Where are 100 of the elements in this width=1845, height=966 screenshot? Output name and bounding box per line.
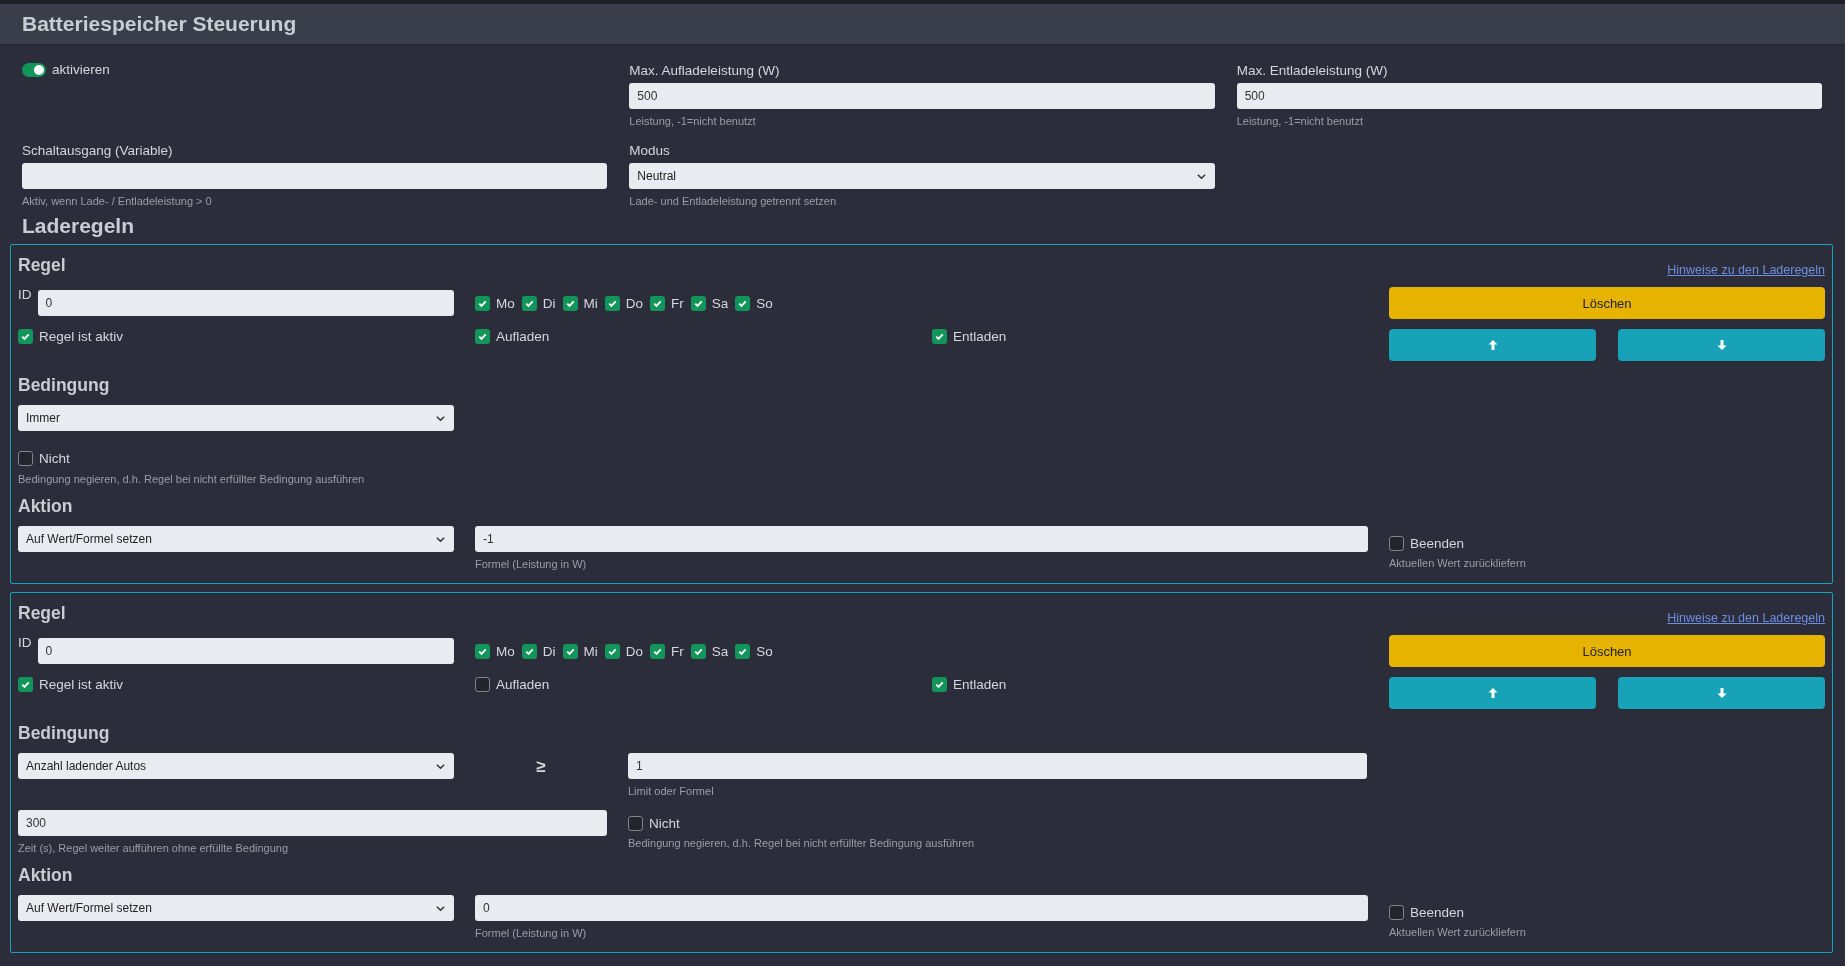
checkbox[interactable] <box>628 816 643 831</box>
formula-field[interactable]: -1 <box>475 526 1368 552</box>
section-heading: Regel <box>18 602 67 625</box>
checkbox-label: Di <box>542 295 556 311</box>
checkbox[interactable] <box>690 295 706 311</box>
checkbox[interactable] <box>521 295 537 311</box>
checkbox[interactable] <box>1389 905 1404 920</box>
checkbox[interactable] <box>604 295 620 311</box>
checkbox-label: So <box>756 295 773 311</box>
toggle-label: aktivieren <box>52 62 110 77</box>
hint-text: Zeit (s), Regel weiter aufführen ohne erfüllte Bedingung <box>18 841 289 855</box>
field-label: ID <box>18 287 32 302</box>
checkbox-label: Do <box>625 643 644 659</box>
checkbox-label: Fr <box>671 295 684 311</box>
checkbox[interactable] <box>475 295 490 311</box>
checkbox-label: Regel ist aktiv <box>39 677 124 692</box>
toggle-switch[interactable] <box>22 62 46 77</box>
id-field[interactable]: 0 <box>37 638 454 664</box>
checkbox-label: Regel ist aktiv <box>39 329 124 344</box>
checkbox-label: Di <box>542 643 556 659</box>
help-link[interactable]: Hinweise zu den Laderegeln <box>1667 611 1825 625</box>
checkmark-icon <box>934 679 945 690</box>
checkbox-label: Do <box>625 295 644 311</box>
hint-text: Leistung, -1=nicht benutzt <box>1236 114 1363 128</box>
hint-text: Bedingung negieren, d.h. Regel bei nicht erfüllter Bedingung ausführen <box>18 472 366 486</box>
section-heading: Aktion <box>18 864 74 887</box>
checkbox-label: Nicht <box>649 816 680 831</box>
checkbox-label: Mi <box>583 295 598 311</box>
checkbox-label: Mo <box>496 643 515 659</box>
checkbox-label: So <box>756 643 773 659</box>
field-label: ID <box>18 635 32 650</box>
text-field[interactable]: 500 <box>1236 83 1822 109</box>
checkbox[interactable] <box>735 643 751 659</box>
hint-text: Formel (Leistung in W) <box>475 557 587 571</box>
hint-text: Lade- und Entladeleistung getrennt setzen <box>629 194 837 208</box>
checkmark-icon <box>477 331 488 342</box>
hint-text: Bedingung negieren, d.h. Regel bei nicht erfüllter Bedingung ausführen <box>628 836 975 850</box>
hint-text: Aktuellen Wert zurückliefern <box>1389 925 1526 939</box>
dropdown[interactable]: Auf Wert/Formel setzen <box>18 526 454 552</box>
dropdown[interactable]: Anzahl ladender Autos <box>18 753 454 779</box>
checkbox-label: Sa <box>711 295 729 311</box>
section-heading: Aktion <box>18 495 74 518</box>
section-heading: Regel <box>18 254 67 277</box>
dropdown[interactable]: Auf Wert/Formel setzen <box>18 895 454 921</box>
field-label: Modus <box>629 142 670 160</box>
checkbox[interactable] <box>650 643 666 659</box>
help-link[interactable]: Hinweise zu den Laderegeln <box>1667 263 1825 277</box>
dropdown[interactable]: Neutral <box>629 163 1215 189</box>
checkbox[interactable] <box>18 451 33 466</box>
checkbox[interactable] <box>932 677 947 692</box>
section-heading: Laderegeln <box>21 213 136 239</box>
hint-text: Leistung, -1=nicht benutzt <box>629 114 756 128</box>
id-field[interactable]: 0 <box>37 290 454 316</box>
delete-button[interactable]: Löschen <box>1389 287 1825 319</box>
checkmark-icon <box>20 331 31 342</box>
checkmark-icon <box>20 679 31 690</box>
checkbox[interactable] <box>475 643 490 659</box>
checkbox[interactable] <box>562 643 578 659</box>
delete-button[interactable]: Löschen <box>1389 635 1825 667</box>
checkbox[interactable] <box>18 677 33 692</box>
checkbox-label: Beenden <box>1410 905 1465 920</box>
checkbox-label: Entladen <box>953 677 1007 692</box>
checkbox-label: Sa <box>711 643 729 659</box>
checkbox[interactable] <box>562 295 578 311</box>
hint-text: Formel (Leistung in W) <box>475 926 587 940</box>
checkbox[interactable] <box>932 329 947 344</box>
duration-field[interactable]: 300 <box>18 810 607 836</box>
hint-text: Aktiv, wenn Lade- / Entladeleistung > 0 <box>22 194 212 208</box>
field-label: Schaltausgang (Variable) <box>22 142 173 160</box>
checkbox-label: Aufladen <box>496 677 550 692</box>
checkbox-label: Fr <box>671 643 684 659</box>
checkbox-label: Mi <box>583 643 598 659</box>
checkbox-label: Aufladen <box>496 329 550 344</box>
checkbox[interactable] <box>475 329 490 344</box>
operator-symbol: ≥ <box>535 756 547 777</box>
hint-text: Aktuellen Wert zurückliefern <box>1389 556 1526 570</box>
checkbox[interactable] <box>475 677 490 692</box>
limit-field[interactable]: 1 <box>628 753 1367 779</box>
field-label: Max. Aufladeleistung (W) <box>629 62 780 80</box>
checkbox[interactable] <box>650 295 666 311</box>
checkbox[interactable] <box>1389 536 1404 551</box>
checkbox-label: Entladen <box>953 329 1007 344</box>
checkbox-label: Mo <box>496 295 515 311</box>
checkbox[interactable] <box>18 329 33 344</box>
section-heading: Bedingung <box>18 374 111 397</box>
checkmark-icon <box>934 331 945 342</box>
section-heading: Bedingung <box>18 722 111 745</box>
page-title: Batteriespeicher Steuerung <box>22 12 297 36</box>
checkbox[interactable] <box>521 643 537 659</box>
checkbox[interactable] <box>690 643 706 659</box>
field-label: Max. Entladeleistung (W) <box>1236 62 1388 80</box>
hint-text: Limit oder Formel <box>628 784 714 798</box>
checkbox[interactable] <box>604 643 620 659</box>
text-field[interactable] <box>22 163 608 189</box>
checkbox[interactable] <box>735 295 751 311</box>
text-field[interactable]: 500 <box>629 83 1215 109</box>
checkbox-label: Beenden <box>1410 536 1465 551</box>
formula-field[interactable]: 0 <box>475 895 1368 921</box>
dropdown[interactable]: Immer <box>18 405 454 431</box>
checkbox-label: Nicht <box>39 451 70 466</box>
